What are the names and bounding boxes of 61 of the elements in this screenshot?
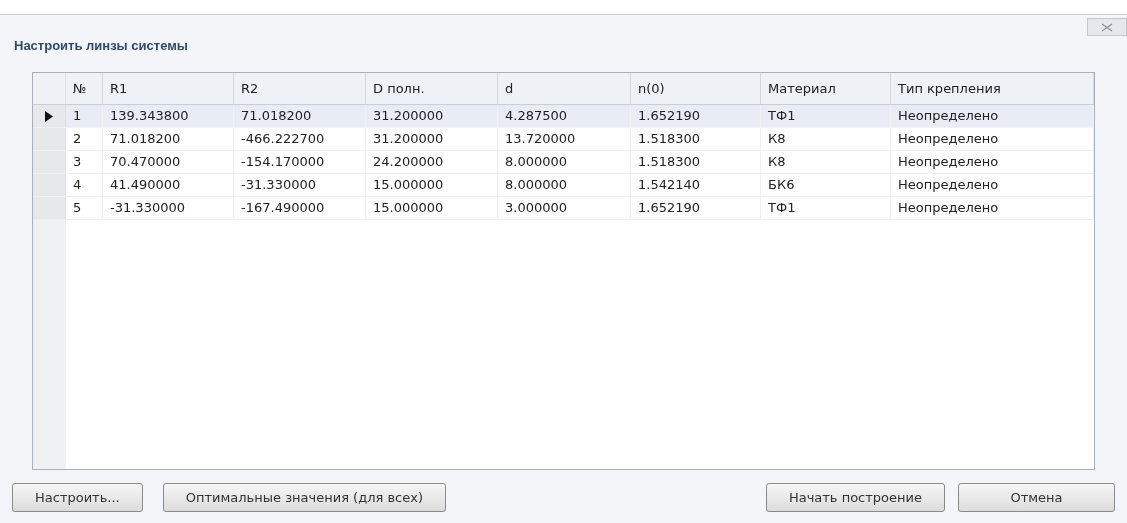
column-header[interactable]: D полн. bbox=[366, 73, 498, 104]
table-cell-text: 1 bbox=[73, 107, 82, 126]
table-cell-text: 41.490000 bbox=[110, 176, 181, 195]
table-cell-text: 1.652190 bbox=[638, 107, 701, 126]
table-cell-text: Неопределено bbox=[898, 199, 999, 218]
column-header[interactable]: R1 bbox=[103, 73, 234, 104]
table-cell-text: 31.200000 bbox=[373, 130, 444, 149]
table-cell-text: 1.652190 bbox=[638, 199, 701, 218]
table-cell-text: 8.000000 bbox=[505, 153, 568, 172]
table-cell-text: -31.330000 bbox=[110, 199, 185, 218]
table-cell-text: К8 bbox=[768, 153, 786, 172]
dialog-button[interactable]: Оптимальные значения (для всех) bbox=[162, 483, 446, 512]
table-cell-text: 2 bbox=[73, 130, 82, 149]
table-cell-text: 4 bbox=[73, 176, 82, 195]
table-cell-text: 71.018200 bbox=[241, 107, 312, 126]
dialog-button[interactable]: Начать построение bbox=[765, 483, 945, 512]
table-row[interactable]: 4 41.490000 -31.330000 15.000000 8.000000 1.542140 БК6 Неопределено bbox=[33, 174, 1094, 197]
window-title: Настроить линзы системы bbox=[14, 37, 188, 55]
column-header[interactable]: n(0) bbox=[631, 73, 761, 104]
column-header[interactable]: R2 bbox=[234, 73, 366, 104]
table-row[interactable]: 5 -31.330000 -167.490000 15.000000 3.000000 1.652190 ТФ1 Неопределено bbox=[33, 197, 1094, 220]
table-cell-text: -466.222700 bbox=[241, 130, 325, 149]
table-cell-text: 15.000000 bbox=[373, 176, 444, 195]
table-cell-text: 13.720000 bbox=[505, 130, 576, 149]
table-row[interactable]: 2 71.018200 -466.222700 31.200000 13.720000 1.518300 К8 Неопределено bbox=[33, 128, 1094, 151]
table-row[interactable]: 1 139.343800 71.018200 31.200000 4.287500 1.652190 ТФ1 Неопределено bbox=[33, 105, 1094, 128]
column-header[interactable]: Тип крепления bbox=[891, 73, 1094, 104]
table-row[interactable]: 3 70.470000 -154.170000 24.200000 8.000000 1.518300 К8 Неопределено bbox=[33, 151, 1094, 174]
table-cell-text: -154.170000 bbox=[241, 153, 325, 172]
column-header[interactable]: Материал bbox=[761, 73, 891, 104]
table-cell-text: ТФ1 bbox=[768, 199, 796, 218]
table-cell-text: Неопределено bbox=[898, 130, 999, 149]
table-cell-text: 5 bbox=[73, 199, 82, 218]
dialog-button[interactable]: Отмена bbox=[958, 483, 1115, 512]
table-cell-text: 8.000000 bbox=[505, 176, 568, 195]
table-cell-text: 71.018200 bbox=[110, 130, 181, 149]
close-icon bbox=[1101, 22, 1113, 32]
table-cell-text: 139.343800 bbox=[110, 107, 189, 126]
table-cell-text: 1.518300 bbox=[638, 130, 701, 149]
table-cell-text: 3.000000 bbox=[505, 199, 568, 218]
table-cell-text: 3 bbox=[73, 153, 82, 172]
column-header[interactable]: d bbox=[498, 73, 631, 104]
table-cell-text: ТФ1 bbox=[768, 107, 796, 126]
table-cell-text: 15.000000 bbox=[373, 199, 444, 218]
table-cell-text: 4.287500 bbox=[505, 107, 568, 126]
table-cell-text: БК6 bbox=[768, 176, 795, 195]
column-header[interactable]: № bbox=[66, 73, 103, 104]
table-cell-text: -31.330000 bbox=[241, 176, 316, 195]
table-cell-text: -167.490000 bbox=[241, 199, 325, 218]
table-cell-text: Неопределено bbox=[898, 176, 999, 195]
table-cell-text: 1.518300 bbox=[638, 153, 701, 172]
dialog-button[interactable]: Настроить... bbox=[12, 483, 143, 512]
table-cell-text: 1.542140 bbox=[638, 176, 701, 195]
table-cell-text: Неопределено bbox=[898, 153, 999, 172]
close-button[interactable] bbox=[1087, 18, 1127, 36]
table-cell-text: Неопределено bbox=[898, 107, 999, 126]
table-cell-text: 70.470000 bbox=[110, 153, 181, 172]
current-row-icon bbox=[45, 110, 53, 122]
table-cell-text: 24.200000 bbox=[373, 153, 444, 172]
table-cell-text: 31.200000 bbox=[373, 107, 444, 126]
table-cell-text: К8 bbox=[768, 130, 786, 149]
